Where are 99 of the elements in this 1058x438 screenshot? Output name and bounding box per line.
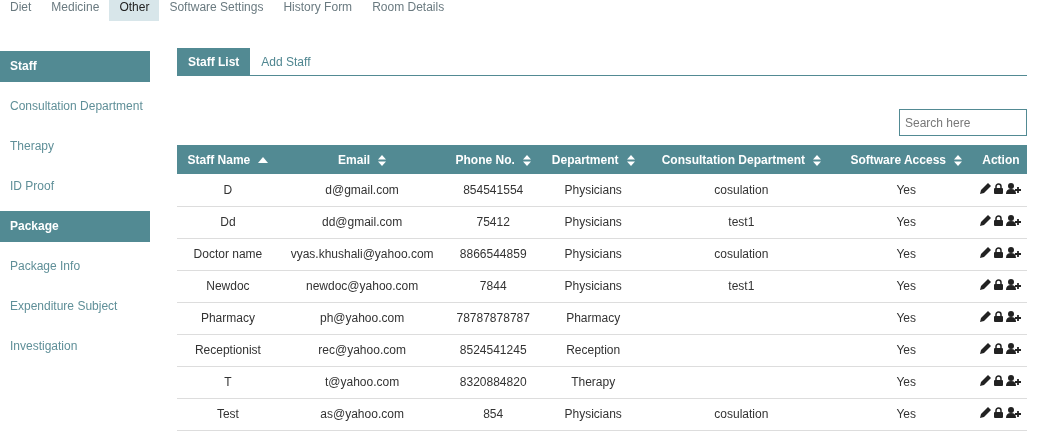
add-user-icon[interactable] (1006, 215, 1022, 226)
table-cell: dd@gmail.com (322, 215, 403, 229)
nav-tab[interactable]: Diet (0, 0, 42, 21)
table-cell: Yes (896, 215, 916, 229)
add-user-icon[interactable] (1006, 182, 1022, 194)
table-cell: Pharmacy (200, 311, 255, 325)
pencil-icon[interactable] (980, 311, 992, 322)
table-cell: Yes (896, 279, 916, 293)
table-cell: cosulation (714, 182, 769, 197)
table-cell: cosulation (714, 407, 769, 421)
tab[interactable]: Staff List (177, 48, 251, 75)
table-cell: cosulation (714, 247, 769, 261)
pencil-icon[interactable] (980, 407, 992, 418)
table-cell: 7844 (479, 279, 507, 293)
table-cell: Pharmacy (566, 311, 621, 325)
pencil-icon[interactable] (980, 375, 992, 386)
sidebar-item[interactable]: Expenditure Subject (0, 291, 150, 322)
table-cell: 854 (483, 407, 504, 421)
column-header: Email (338, 152, 371, 167)
lock-icon[interactable] (994, 215, 1004, 226)
table-cell: Yes (896, 182, 916, 197)
lock-icon[interactable] (994, 182, 1004, 194)
sidebar-header[interactable]: Package (0, 211, 150, 242)
sidebar-item[interactable]: Investigation (0, 331, 150, 362)
nav-tab[interactable]: Software Settings (159, 0, 274, 21)
tab[interactable]: Add Staff (250, 48, 322, 75)
nav-tab[interactable]: Medicine (41, 0, 110, 21)
table-cell: D (223, 182, 233, 197)
table-cell: Yes (896, 407, 916, 421)
sort-icon[interactable] (522, 154, 531, 166)
pencil-icon[interactable] (980, 182, 992, 194)
table-cell: 75412 (476, 215, 510, 229)
add-user-icon[interactable] (1006, 407, 1022, 418)
table-cell: d@gmail.com (325, 182, 399, 197)
sort-icon[interactable] (813, 154, 822, 166)
nav-tab[interactable]: Room Details (362, 0, 455, 21)
sort-icon[interactable] (626, 154, 635, 166)
column-header: Department (551, 152, 619, 167)
column-header: Staff Name (187, 152, 251, 167)
table-cell: Physicians (564, 182, 622, 197)
table-cell: Doctor name (193, 247, 263, 261)
table-cell: Physicians (564, 279, 622, 293)
table-cell: 8866544859 (459, 247, 527, 261)
pencil-icon[interactable] (980, 215, 992, 226)
add-user-icon[interactable] (1006, 375, 1022, 386)
sort-icon[interactable] (378, 154, 387, 166)
table-cell: newdoc@yahoo.com (306, 279, 419, 293)
table-cell: test1 (728, 279, 755, 293)
search-field[interactable]: Search here (899, 109, 1027, 136)
table-cell: Therapy (571, 375, 616, 389)
lock-icon[interactable] (994, 407, 1004, 418)
table-cell: Dd (220, 215, 236, 229)
table-cell: Physicians (564, 407, 622, 421)
column-header: Software Access (850, 152, 946, 167)
sort-ascending-icon[interactable] (258, 157, 269, 164)
sidebar-item[interactable]: ID Proof (0, 171, 150, 202)
table-cell: vyas.khushali@yahoo.com (290, 247, 434, 261)
add-user-icon[interactable] (1006, 279, 1022, 290)
table-cell: Test (216, 407, 239, 421)
table-cell: Yes (896, 375, 916, 389)
column-header: Phone No. (455, 152, 515, 167)
pencil-icon[interactable] (980, 343, 992, 354)
pencil-icon[interactable] (980, 279, 992, 290)
table-cell: Newdoc (206, 279, 250, 293)
lock-icon[interactable] (994, 279, 1004, 290)
table-cell: rec@yahoo.com (318, 343, 406, 357)
table-cell: test1 (728, 215, 755, 229)
table-cell: Receptionist (194, 343, 261, 357)
column-header: Action (982, 152, 1020, 167)
nav-tab[interactable]: History Form (273, 0, 363, 21)
column-header: Consultation Department (661, 152, 806, 167)
table-cell: Reception (566, 343, 621, 357)
table-cell: T (224, 375, 232, 389)
table-cell: Yes (896, 247, 916, 261)
table-cell: ph@yahoo.com (320, 311, 405, 325)
lock-icon[interactable] (994, 247, 1004, 258)
sidebar-item[interactable]: Package Info (0, 251, 150, 282)
add-user-icon[interactable] (1006, 343, 1022, 354)
pencil-icon[interactable] (980, 247, 992, 258)
lock-icon[interactable] (994, 343, 1004, 354)
sort-icon[interactable] (954, 154, 962, 166)
table-cell: 854541554 (463, 182, 524, 197)
table-cell: Physicians (564, 215, 622, 229)
table-cell: Yes (896, 311, 916, 325)
table-cell: Yes (896, 343, 916, 357)
table-cell: 78787878787 (456, 311, 530, 325)
sidebar-header[interactable]: Staff (0, 51, 150, 82)
lock-icon[interactable] (994, 375, 1004, 386)
nav-tab[interactable]: Other (109, 0, 160, 21)
add-user-icon[interactable] (1006, 247, 1022, 258)
table-cell: as@yahoo.com (320, 407, 404, 421)
add-user-icon[interactable] (1006, 311, 1022, 322)
table-cell: 8524541245 (459, 343, 527, 357)
table-cell: Physicians (564, 247, 622, 261)
lock-icon[interactable] (994, 311, 1004, 322)
table-cell: t@yahoo.com (325, 375, 400, 389)
table-cell: 8320884820 (459, 375, 527, 389)
sidebar-item[interactable]: Consultation Department (0, 91, 150, 122)
sidebar-item[interactable]: Therapy (0, 131, 150, 162)
